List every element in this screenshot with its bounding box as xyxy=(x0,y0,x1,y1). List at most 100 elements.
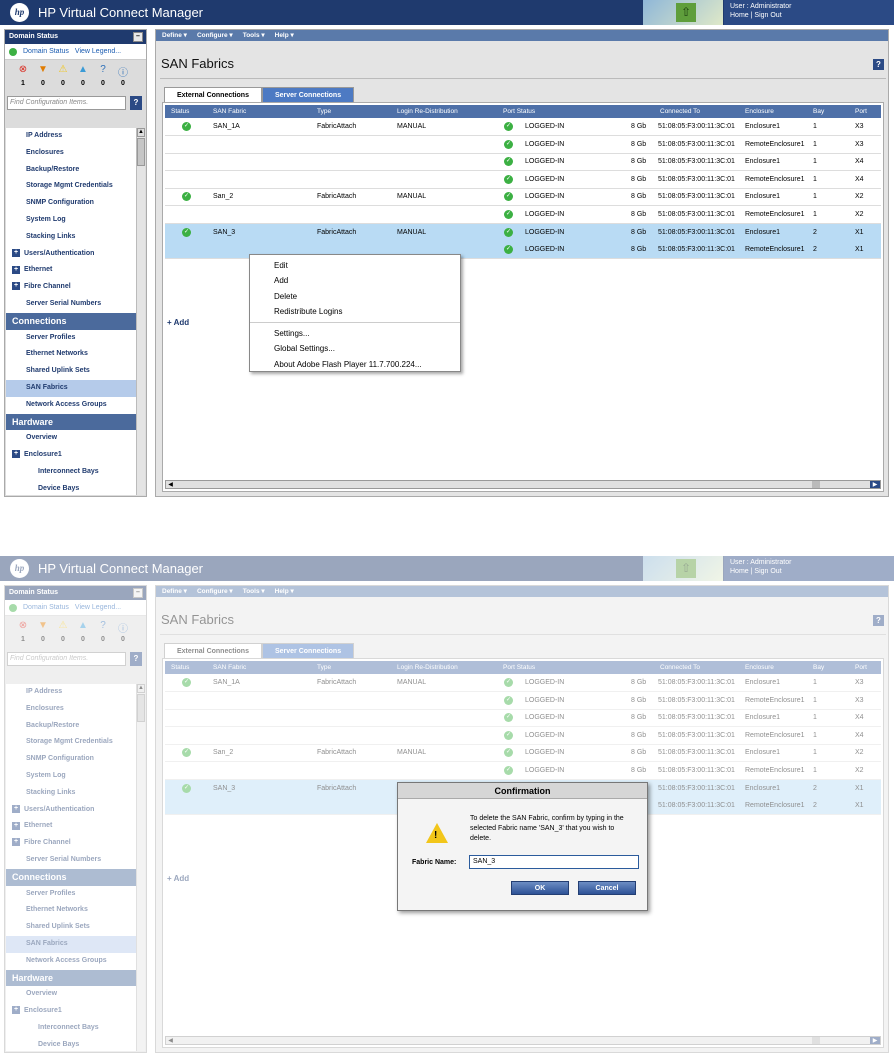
scroll-up-icon[interactable]: ▲ xyxy=(137,128,145,137)
sidebar-item-shared-uplink-sets[interactable]: Shared Uplink Sets xyxy=(6,363,138,380)
sign-out-link[interactable]: Sign Out xyxy=(754,12,781,19)
sidebar-item-network-access-groups[interactable]: Network Access Groups xyxy=(6,397,138,414)
hscroll-thumb[interactable] xyxy=(812,481,820,488)
sidebar-item-connections: Connections xyxy=(6,312,138,330)
port-status: LOGGED-IN xyxy=(525,246,565,254)
table-row[interactable]: ✓ LOGGED-IN 8 Gb 51:08:05:F3:00:11:3C:01 Enc… xyxy=(165,153,881,172)
dialog-message: To delete the SAN Fabric, confirm by typ… xyxy=(470,815,624,842)
context-menu-item[interactable]: Delete xyxy=(250,289,460,304)
column-header[interactable]: Status xyxy=(171,108,189,115)
expand-icon[interactable]: + xyxy=(12,450,20,459)
domain-status-link[interactable]: Domain Status xyxy=(23,48,69,55)
sidebar-item-ip-address[interactable]: IP Address xyxy=(6,128,138,145)
sidebar-item-fibre-channel[interactable]: + Fibre Channel xyxy=(6,279,138,296)
bay: 1 xyxy=(813,158,817,166)
add-fabric-link[interactable]: + Add xyxy=(167,318,189,327)
port-ok-icon: ✓ xyxy=(504,192,513,202)
sidebar-item-backup-restore[interactable]: Backup/Restore xyxy=(6,162,138,179)
enclosure: RemoteEnclosure1 xyxy=(745,175,805,183)
table-row[interactable]: ✓ SAN_3 FabricAttach MANUAL ✓ LOGGED-IN 8 Gb 51… xyxy=(165,223,881,242)
sidebar-item-ethernet-networks[interactable]: Ethernet Networks xyxy=(6,346,138,363)
minor-icon: ⚠ xyxy=(58,64,68,75)
port-ok-icon: ✓ xyxy=(504,245,513,255)
status-count[interactable]: ⓘ0 xyxy=(113,64,133,90)
connected-to: 51:08:05:F3:00:11:3C:01 xyxy=(658,228,735,236)
column-header[interactable]: Connected To xyxy=(660,108,700,115)
sidebar-item-label: Fibre Channel xyxy=(24,283,71,291)
column-header[interactable]: Login Re-Distribution xyxy=(397,108,458,115)
context-menu-item[interactable]: Edit xyxy=(250,258,460,273)
menu-define[interactable]: Define ▾ xyxy=(162,30,187,41)
menu-configure[interactable]: Configure ▾ xyxy=(197,30,233,41)
port-status: LOGGED-IN xyxy=(525,211,565,218)
find-config-input[interactable]: Find Configuration Items. xyxy=(7,96,126,110)
login-redistribution: MANUAL xyxy=(397,228,427,236)
table-row[interactable]: ✓ LOGGED-IN 8 Gb 51:08:05:F3:00:11:3C:01 Rem… xyxy=(165,171,881,189)
sidebar-item-enclosures[interactable]: Enclosures xyxy=(6,145,138,162)
sidebar-item-device-bays[interactable]: Device Bays xyxy=(6,481,138,495)
menu-help[interactable]: Help ▾ xyxy=(275,30,294,41)
context-menu-item[interactable]: About Adobe Flash Player 11.7.700.224... xyxy=(250,357,460,372)
scroll-thumb[interactable] xyxy=(137,138,145,166)
port: X1 xyxy=(855,228,864,236)
scroll-left-icon[interactable]: ◀ xyxy=(166,481,175,488)
find-row: Find Configuration Items. ? xyxy=(5,94,146,112)
collapse-button[interactable]: – xyxy=(133,32,143,42)
find-help-button[interactable]: ? xyxy=(130,96,142,110)
table-row[interactable]: ✓ San_2 FabricAttach MANUAL ✓ LOGGED-IN 8 Gb 51… xyxy=(165,188,881,207)
expand-icon[interactable]: + xyxy=(12,265,20,274)
sidebar-scrollbar[interactable]: ▲ xyxy=(136,128,145,495)
table-row[interactable]: ✓ LOGGED-IN 8 Gb 51:08:05:F3:00:11:3C:01 Rem… xyxy=(165,136,881,154)
home-link[interactable]: Home xyxy=(730,12,749,19)
sidebar-item-ethernet[interactable]: + Ethernet xyxy=(6,262,138,279)
menu-tools[interactable]: Tools ▾ xyxy=(243,30,265,41)
sidebar-item-san-fabrics[interactable]: SAN Fabrics xyxy=(6,379,138,397)
context-menu-item[interactable]: Settings... xyxy=(250,326,460,341)
view-legend-link[interactable]: View Legend... xyxy=(75,48,121,55)
table-hscrollbar[interactable]: ◀ ▶ xyxy=(165,480,881,489)
tab-server-connections[interactable]: Server Connections xyxy=(261,87,355,102)
column-header[interactable]: Enclosure xyxy=(745,108,774,115)
table-row[interactable]: ✓ SAN_1A FabricAttach MANUAL ✓ LOGGED-IN 8 Gb 5… xyxy=(165,118,881,136)
tab-bar: External Connections Server Connections xyxy=(164,87,355,102)
column-header[interactable]: Type xyxy=(317,108,331,115)
sidebar-item-system-log[interactable]: System Log xyxy=(6,212,138,229)
sidebar-item-storage-mgmt-credentials[interactable]: Storage Mgmt Credentials xyxy=(6,178,138,195)
bay: 1 xyxy=(813,123,817,130)
expand-icon[interactable]: + xyxy=(12,248,20,257)
fabric-name-input[interactable]: SAN_3 xyxy=(469,855,639,869)
status-count[interactable]: ▼0 xyxy=(33,64,53,90)
status-count[interactable]: ⊗1 xyxy=(13,64,33,90)
bay: 1 xyxy=(813,211,817,218)
sidebar-item-overview[interactable]: Overview xyxy=(6,430,138,447)
fabric-type: FabricAttach xyxy=(317,123,357,130)
sidebar-item-stacking-links[interactable]: Stacking Links xyxy=(6,229,138,246)
column-header[interactable]: Port Status xyxy=(503,108,535,115)
ok-status-icon xyxy=(9,47,17,56)
sidebar-item-interconnect-bays[interactable]: Interconnect Bays xyxy=(6,464,138,481)
table-row[interactable]: ✓ LOGGED-IN 8 Gb 51:08:05:F3:00:11:3C:01 Rem… xyxy=(165,206,881,224)
connected-to: 51:08:05:F3:00:11:3C:01 xyxy=(658,175,735,183)
context-menu-item[interactable]: Add xyxy=(250,273,460,288)
sidebar-item-server-serial-numbers[interactable]: Server Serial Numbers xyxy=(6,296,138,313)
connected-to: 51:08:05:F3:00:11:3C:01 xyxy=(658,158,735,166)
sidebar-item-enclosure1[interactable]: + Enclosure1 xyxy=(6,447,138,464)
context-menu-item[interactable]: Redistribute Logins xyxy=(250,304,460,319)
column-header[interactable]: SAN Fabric xyxy=(213,108,246,115)
sidebar-item-server-profiles[interactable]: Server Profiles xyxy=(6,330,138,347)
tab-external-connections[interactable]: External Connections xyxy=(164,87,262,102)
expand-icon[interactable]: + xyxy=(12,282,20,291)
context-menu-item[interactable]: Global Settings... xyxy=(250,341,460,356)
cancel-button[interactable]: Cancel xyxy=(578,881,636,895)
column-header[interactable]: Port xyxy=(855,108,867,115)
status-count[interactable]: ▲0 xyxy=(73,64,93,90)
sidebar-item-users-authentication[interactable]: + Users/Authentication xyxy=(6,246,138,263)
scroll-right-icon[interactable]: ▶ xyxy=(870,481,880,488)
sidebar-item-snmp-configuration[interactable]: SNMP Configuration xyxy=(6,195,138,212)
column-header[interactable]: Bay xyxy=(813,108,824,115)
status-count[interactable]: ⚠0 xyxy=(53,64,73,90)
status-count[interactable]: ?0 xyxy=(93,64,113,90)
help-icon[interactable]: ? xyxy=(873,59,884,70)
ok-button[interactable]: OK xyxy=(511,881,569,895)
port-ok-icon: ✓ xyxy=(504,227,513,237)
